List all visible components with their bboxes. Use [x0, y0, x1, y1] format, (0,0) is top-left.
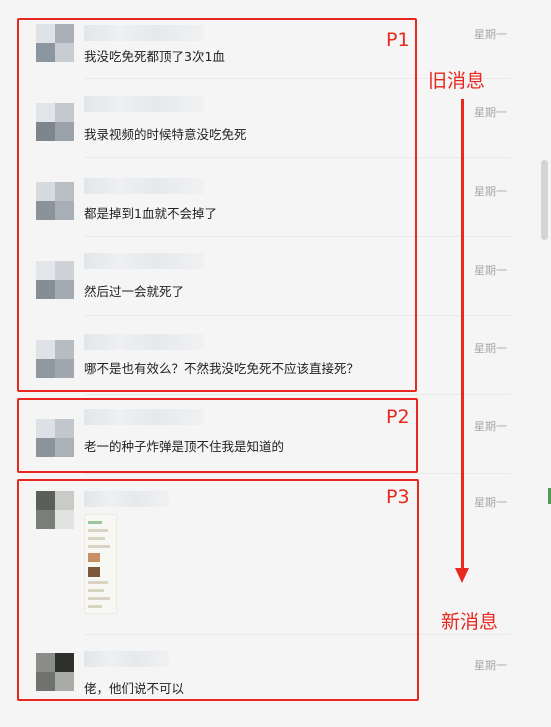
- arrow-down-icon: [455, 568, 469, 583]
- annotation-new-messages: 新消息: [441, 611, 499, 633]
- annotation-box-p2: [17, 398, 418, 473]
- message-time: 星期一: [474, 342, 507, 355]
- chat-history-panel: 我没吃免死都顶了3次1血 星期一 我录视频的时候特意没吃免死 星期一 都是掉到1…: [0, 0, 551, 727]
- annotation-label-p1: P1: [386, 29, 410, 51]
- annotation-label-p3: P3: [386, 486, 410, 508]
- message-time: 星期一: [474, 106, 507, 119]
- arrow-line: [461, 99, 464, 569]
- message-time: 星期一: [474, 659, 507, 672]
- message-time: 星期一: [474, 185, 507, 198]
- annotation-box-p1: [17, 18, 417, 392]
- message-time: 星期一: [474, 28, 507, 41]
- message-time: 星期一: [474, 496, 507, 509]
- message-time: 星期一: [474, 420, 507, 433]
- annotation-box-p3: [17, 479, 419, 701]
- scrollbar-thumb[interactable]: [541, 160, 548, 240]
- annotation-old-messages: 旧消息: [428, 70, 486, 92]
- message-time: 星期一: [474, 264, 507, 277]
- scrollbar-track[interactable]: [538, 0, 551, 727]
- annotation-label-p2: P2: [386, 406, 410, 428]
